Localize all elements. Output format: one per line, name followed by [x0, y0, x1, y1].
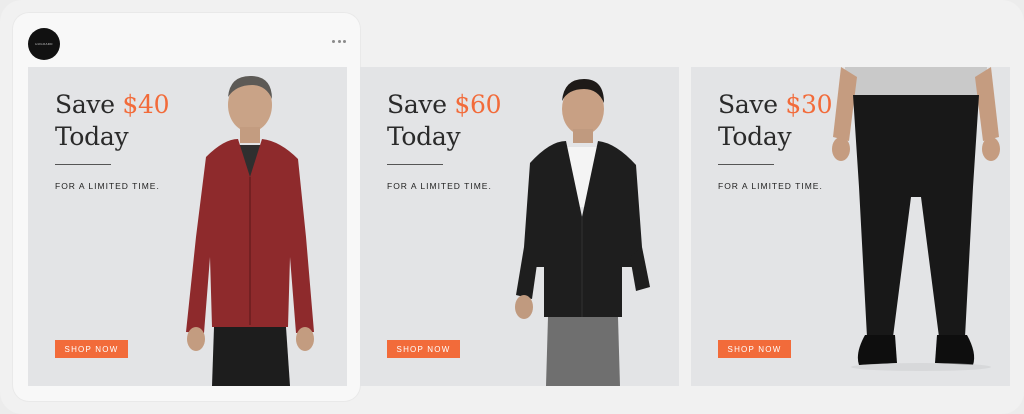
model-photo-red-hoodie [186, 75, 314, 386]
headline-save: Save [718, 90, 786, 119]
headline-amount: $40 [122, 90, 170, 119]
divider [718, 164, 774, 165]
headline-save: Save [55, 90, 123, 119]
more-horizontal-icon[interactable] [332, 38, 346, 44]
ad-headline: Save $40 Today [55, 89, 170, 153]
ad-tagline: FOR A LIMITED TIME. [387, 181, 492, 191]
shop-now-button[interactable]: SHOP NOW [55, 340, 128, 358]
model-photo-black-cardigan [515, 79, 650, 386]
headline-today: Today [387, 122, 461, 151]
ad-card[interactable]: Save $40 Today FOR A LIMITED TIME. SHOP … [28, 67, 347, 386]
ad-card[interactable]: Save $60 Today FOR A LIMITED TIME. SHOP … [360, 67, 679, 386]
ad-card[interactable]: Save $30 Today FOR A LIMITED TIME. SHOP … [691, 67, 1010, 386]
brand-avatar[interactable]: HUGOADD [28, 28, 60, 60]
brand-logo-text: HUGOADD [35, 42, 53, 46]
ad-headline: Save $60 Today [387, 89, 502, 153]
ad-tagline: FOR A LIMITED TIME. [718, 181, 823, 191]
headline-save: Save [387, 90, 455, 119]
shop-now-button[interactable]: SHOP NOW [387, 340, 460, 358]
divider [387, 164, 443, 165]
headline-amount: $30 [785, 90, 833, 119]
ad-tagline: FOR A LIMITED TIME. [55, 181, 160, 191]
headline-today: Today [55, 122, 129, 151]
shop-now-button[interactable]: SHOP NOW [718, 340, 791, 358]
ad-headline: Save $30 Today [718, 89, 833, 153]
model-photo-black-pants [832, 67, 1000, 371]
headline-today: Today [718, 122, 792, 151]
divider [55, 164, 111, 165]
